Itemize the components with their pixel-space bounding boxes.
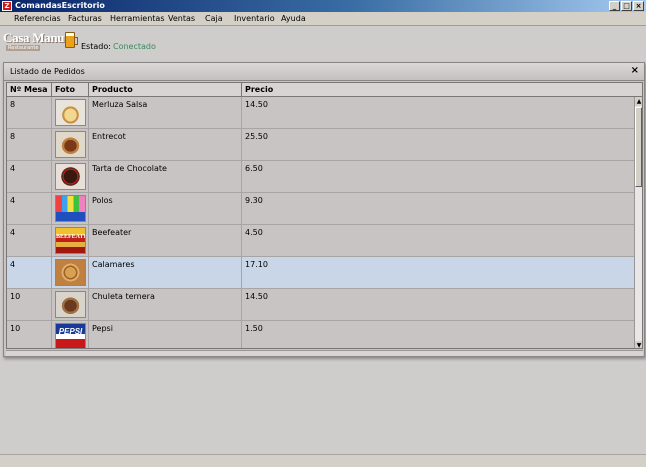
- restaurant-logo: Casa Manuel Restaurante: [3, 30, 78, 54]
- cell-precio: 9.30: [245, 196, 263, 205]
- photo-label: PEPSI: [58, 327, 83, 336]
- estado-label: Estado:: [81, 42, 111, 51]
- vertical-scrollbar[interactable]: ▲ ▼: [634, 97, 642, 348]
- cell-mesa: 8: [7, 97, 52, 128]
- cell-precio: 1.50: [245, 324, 263, 333]
- cell-producto: Polos: [89, 193, 242, 224]
- menu-ayuda[interactable]: Ayuda: [281, 12, 306, 26]
- menu-caja[interactable]: Caja: [205, 12, 223, 26]
- cell-mesa: 4: [7, 257, 52, 288]
- scroll-thumb[interactable]: [635, 107, 642, 187]
- column-header-mesa[interactable]: Nº Mesa: [7, 83, 52, 97]
- table-row[interactable]: 10 PEPSI Pepsi 1.50: [7, 321, 638, 348]
- menu-herramientas[interactable]: Herramientas: [110, 12, 165, 26]
- product-photo: [55, 163, 86, 190]
- table-row[interactable]: 8 Entrecot 25.50: [7, 129, 638, 161]
- product-photo: BEEFEATER: [55, 227, 86, 254]
- orders-panel: Listado de Pedidos × Nº Mesa Foto Produc…: [3, 62, 645, 357]
- title-bar: Z ComandasEscritorio _ □ ×: [0, 0, 646, 12]
- table-row[interactable]: 10 Chuleta ternera 14.50: [7, 289, 638, 321]
- beer-mug-icon: [65, 32, 78, 48]
- close-button[interactable]: ×: [633, 1, 644, 11]
- status-bar: [0, 454, 646, 467]
- menu-referencias[interactable]: Referencias: [14, 12, 61, 26]
- panel-footer: [6, 350, 643, 356]
- cell-precio: 25.50: [245, 132, 268, 141]
- cell-precio: 4.50: [245, 228, 263, 237]
- table-row[interactable]: 8 Merluza Salsa 14.50: [7, 97, 638, 129]
- cell-producto: Beefeater: [89, 225, 242, 256]
- panel-title: Listado de Pedidos: [10, 67, 85, 76]
- minimize-button[interactable]: _: [609, 1, 620, 11]
- logo-subtitle: Restaurante: [6, 45, 41, 51]
- cell-mesa: 4: [7, 161, 52, 192]
- panel-close-icon[interactable]: ×: [631, 65, 639, 77]
- logo-name: Casa Manuel: [3, 30, 74, 45]
- column-header-foto[interactable]: Foto: [52, 83, 89, 97]
- cell-precio: 14.50: [245, 100, 268, 109]
- menu-facturas[interactable]: Facturas: [68, 12, 102, 26]
- scroll-up-icon[interactable]: ▲: [635, 97, 642, 106]
- table-header: Nº Mesa Foto Producto Precio: [7, 83, 642, 97]
- cell-producto: Entrecot: [89, 129, 242, 160]
- cell-mesa: 10: [7, 321, 52, 348]
- window-title: ComandasEscritorio: [15, 1, 105, 10]
- estado-value: Conectado: [113, 42, 156, 51]
- menu-inventario[interactable]: Inventario: [234, 12, 275, 26]
- scroll-down-icon[interactable]: ▼: [635, 341, 642, 348]
- photo-label: BEEFEATER: [56, 234, 85, 240]
- table-body: 8 Merluza Salsa 14.50 8 Entrecot 25.50 4 Tarta …: [7, 97, 638, 348]
- product-photo: [55, 131, 86, 158]
- product-photo: PEPSI: [55, 323, 86, 348]
- panel-header: Listado de Pedidos ×: [4, 63, 644, 81]
- product-photo: [55, 291, 86, 318]
- cell-precio: 6.50: [245, 164, 263, 173]
- table-row[interactable]: 4 Polos 9.30: [7, 193, 638, 225]
- menu-ventas[interactable]: Ventas: [168, 12, 195, 26]
- product-photo: [55, 259, 86, 286]
- cell-mesa: 4: [7, 193, 52, 224]
- cell-mesa: 8: [7, 129, 52, 160]
- cell-precio: 14.50: [245, 292, 268, 301]
- cell-mesa: 10: [7, 289, 52, 320]
- cell-producto: Calamares: [89, 257, 242, 288]
- product-photo: [55, 99, 86, 126]
- orders-table: Nº Mesa Foto Producto Precio 8 Merluza Sa…: [6, 82, 643, 349]
- cell-producto: Merluza Salsa: [89, 97, 242, 128]
- cell-mesa: 4: [7, 225, 52, 256]
- cell-precio: 17.10: [245, 260, 268, 269]
- cell-producto: Chuleta ternera: [89, 289, 242, 320]
- table-row[interactable]: 4 BEEFEATER Beefeater4.50: [7, 225, 638, 257]
- cell-producto: Tarta de Chocolate: [89, 161, 242, 192]
- menu-bar: Referencias Facturas Herramientas Ventas…: [0, 12, 646, 26]
- column-header-producto[interactable]: Producto: [89, 83, 242, 97]
- column-header-precio[interactable]: Precio: [242, 83, 642, 97]
- cell-producto: Pepsi: [89, 321, 242, 348]
- maximize-button[interactable]: □: [621, 1, 632, 11]
- app-icon: Z: [2, 1, 12, 11]
- product-photo: [55, 195, 86, 222]
- table-row[interactable]: 4 Tarta de Chocolate 6.50: [7, 161, 638, 193]
- table-row[interactable]: 4 Calamares 17.10: [7, 257, 638, 289]
